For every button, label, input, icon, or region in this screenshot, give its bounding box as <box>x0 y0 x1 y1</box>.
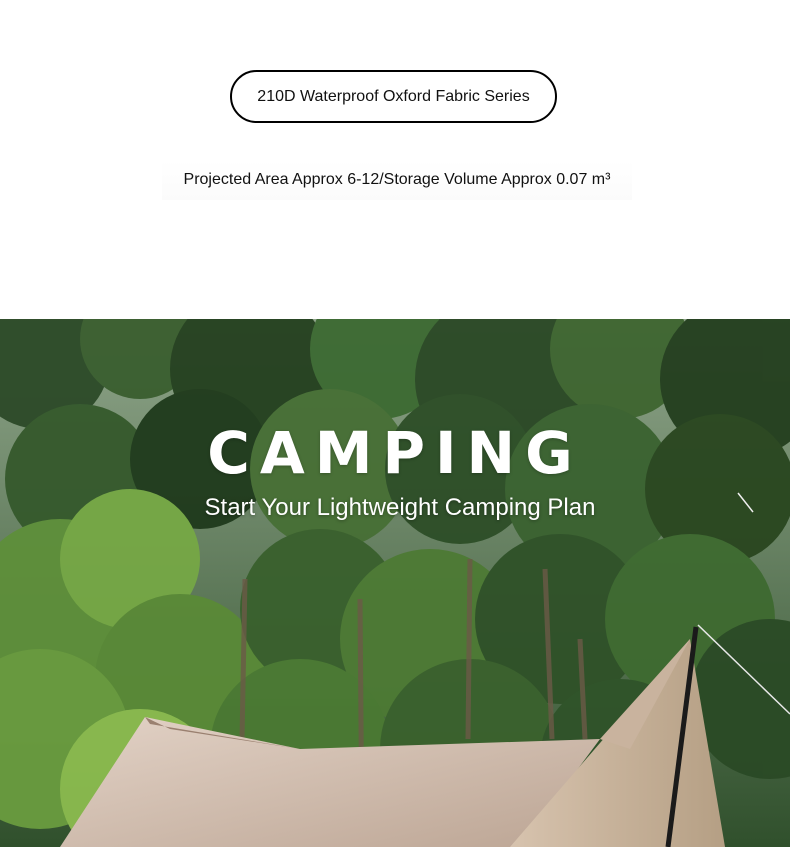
hero-banner: CAMPING Start Your Lightweight Camping P… <box>0 319 790 847</box>
top-section: 210D Waterproof Oxford Fabric Series Pro… <box>0 0 790 319</box>
series-badge-label: 210D Waterproof Oxford Fabric Series <box>257 87 530 105</box>
hero-title: CAMPING <box>207 419 583 487</box>
spec-text-label: Projected Area Approx 6-12/Storage Volum… <box>183 171 611 188</box>
spec-text: Projected Area Approx 6-12/Storage Volum… <box>162 160 632 200</box>
series-badge: 210D Waterproof Oxford Fabric Series <box>230 70 557 123</box>
hero-subtitle: Start Your Lightweight Camping Plan <box>204 494 596 521</box>
forest-tent-photo <box>0 319 790 847</box>
